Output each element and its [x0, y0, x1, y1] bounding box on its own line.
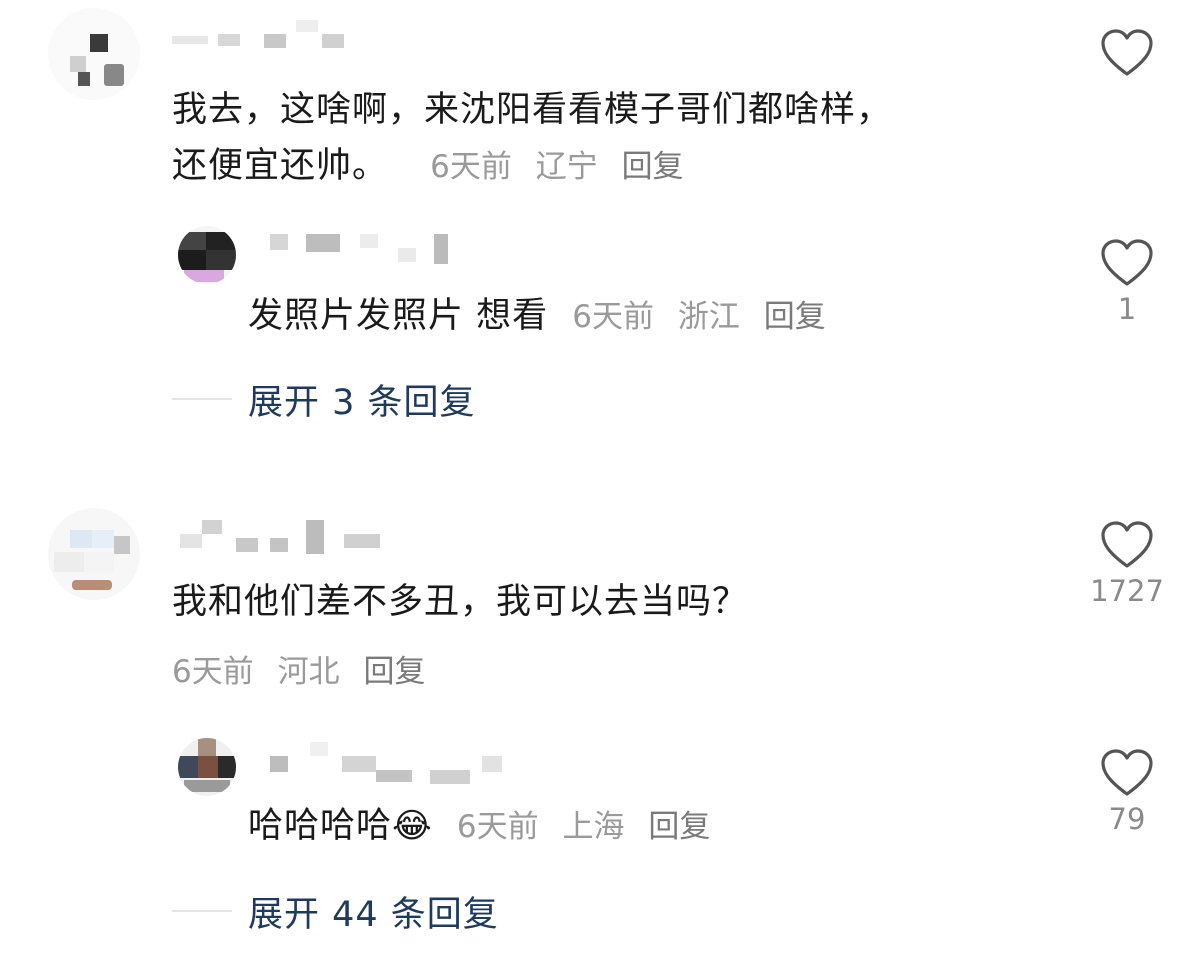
like-count: 1727 — [1090, 574, 1164, 608]
reply-button[interactable]: 回复 — [648, 809, 710, 845]
like-button[interactable]: 1 — [1092, 238, 1162, 326]
heart-outline-icon — [1101, 239, 1153, 286]
divider — [172, 398, 232, 400]
avatar[interactable] — [48, 8, 140, 100]
reply-button[interactable]: 回复 — [764, 299, 826, 335]
comment-text: 我和他们差不多丑，我可以去当吗？ — [172, 582, 749, 622]
comment-location: 上海 — [562, 809, 625, 845]
avatar[interactable] — [178, 226, 236, 284]
heart-outline-icon — [1101, 749, 1153, 796]
like-count: 79 — [1108, 802, 1146, 836]
username[interactable] — [172, 20, 352, 48]
divider — [172, 910, 232, 912]
comment-text: 我去，这啥啊，来沈阳看看模子哥们都啥样， 还便宜还帅。 6天前 辽宁 回复 — [172, 90, 893, 186]
username[interactable] — [270, 742, 510, 784]
username[interactable] — [270, 234, 460, 264]
heart-outline-icon — [1101, 521, 1153, 568]
like-button[interactable]: 1727 — [1090, 520, 1164, 608]
expand-replies-button[interactable]: 展开 44 条回复 — [248, 886, 499, 937]
reply-button[interactable]: 回复 — [363, 654, 425, 690]
comment-location: 河北 — [277, 654, 340, 690]
heart-outline-icon — [1101, 29, 1153, 76]
comment-time: 6天前 — [456, 809, 539, 845]
comment-time: 6天前 — [572, 299, 655, 335]
reply-button[interactable]: 回复 — [622, 149, 684, 185]
comment-time: 6天前 — [430, 149, 512, 185]
comment-time: 6天前 — [172, 654, 254, 690]
laughing-emoji-icon: 😂 — [392, 806, 433, 846]
expand-replies-button[interactable]: 展开 3 条回复 — [248, 374, 476, 425]
reply-text: 发照片发照片 想看 6天前 浙江 回复 — [248, 296, 826, 336]
like-button[interactable]: 79 — [1092, 748, 1162, 836]
like-count: 1 — [1117, 292, 1137, 326]
reply-text: 哈哈哈哈😂 6天前 上海 回复 — [248, 806, 711, 846]
username[interactable] — [180, 520, 380, 554]
comment-location: 浙江 — [677, 299, 740, 335]
avatar[interactable] — [48, 508, 140, 600]
comment-meta: 6天前 河北 回复 — [172, 646, 439, 691]
like-button[interactable] — [1092, 28, 1162, 82]
avatar[interactable] — [178, 738, 236, 796]
comment-location: 辽宁 — [535, 149, 598, 185]
